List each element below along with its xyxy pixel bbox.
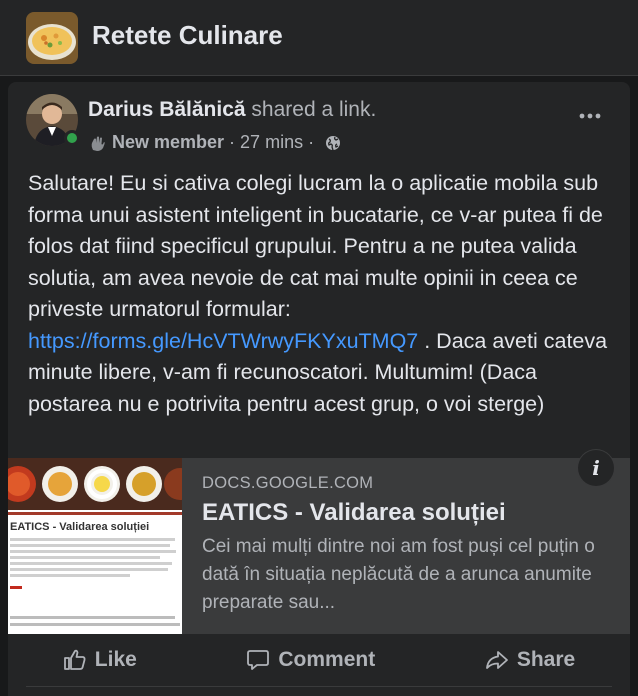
online-status-dot xyxy=(64,130,80,146)
author-line: Darius Bălănică shared a link. xyxy=(88,98,376,122)
comment-icon xyxy=(247,650,270,670)
preview-title[interactable]: EATICS - Validarea soluției xyxy=(202,499,602,527)
share-button[interactable]: Share xyxy=(485,648,575,672)
comment-label: Comment xyxy=(278,648,376,671)
group-header: Retete Culinare xyxy=(0,0,638,76)
globe-icon xyxy=(326,135,341,150)
group-thumbnail[interactable] xyxy=(26,12,78,64)
post-action-bar: Like Comment Share xyxy=(8,638,630,682)
share-icon xyxy=(485,651,508,669)
preview-thumbnail: EATICS - Validarea soluției xyxy=(8,458,182,634)
post-card: Darius Bălănică shared a link. New membe… xyxy=(8,82,630,696)
preview-image-heading: EATICS - Validarea soluției xyxy=(10,521,149,533)
info-button[interactable]: i xyxy=(578,450,614,486)
post-time[interactable]: 27 mins xyxy=(240,132,303,153)
like-label: Like xyxy=(94,648,137,671)
author-name[interactable]: Darius Bălănică xyxy=(88,98,246,121)
post-body: Salutare! Eu si cativa colegi lucram la … xyxy=(28,168,624,420)
post-link[interactable]: https://forms.gle/HcVTWrwyFKYxuTMQ7 xyxy=(28,329,418,353)
new-member-badge: New member xyxy=(112,132,225,152)
meta-separator: · xyxy=(229,132,236,152)
group-title[interactable]: Retete Culinare xyxy=(92,20,283,51)
post-meta: New member · 27 mins · xyxy=(88,132,341,153)
actions-divider xyxy=(26,686,612,687)
info-icon: i xyxy=(592,456,600,480)
wave-hand-icon xyxy=(91,136,105,151)
post-text-start: Salutare! Eu si cativa colegi lucram la … xyxy=(28,171,603,321)
link-preview[interactable]: EATICS - Validarea soluției DOCS.GOOGLE.… xyxy=(8,458,630,634)
share-label: Share xyxy=(516,648,576,671)
preview-domain: DOCS.GOOGLE.COM xyxy=(202,474,374,492)
author-action: shared a link. xyxy=(251,98,377,121)
preview-meta: DOCS.GOOGLE.COM EATICS - Validarea soluț… xyxy=(202,474,602,617)
like-button[interactable]: Like xyxy=(63,648,137,672)
comment-button[interactable]: Comment xyxy=(246,648,375,672)
meta-separator-2: · xyxy=(308,132,315,152)
ellipsis-icon xyxy=(579,113,601,119)
preview-description: Cei mai mulți dintre noi am fost puși ce… xyxy=(202,536,595,613)
more-options-button[interactable] xyxy=(574,100,606,132)
soup-bowl-image xyxy=(26,12,78,64)
thumbs-up-icon xyxy=(63,649,86,670)
